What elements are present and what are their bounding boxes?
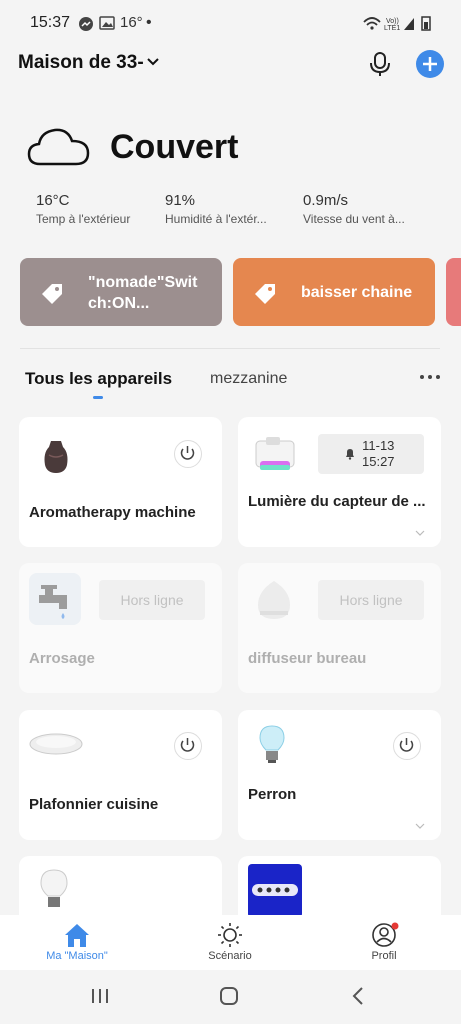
nav-scenario-label[interactable]: Scénario bbox=[180, 950, 280, 962]
power-icon bbox=[399, 738, 414, 752]
scene-label-line1: "nomade"Swit bbox=[88, 274, 198, 291]
status-dot: • bbox=[146, 14, 152, 31]
scene-baisser-chaine[interactable]: baisser chaine bbox=[233, 258, 435, 326]
svg-text:LTE1: LTE1 bbox=[384, 25, 400, 32]
outdoor-temp-value: 16°C bbox=[36, 192, 70, 209]
chevron-down-icon[interactable] bbox=[146, 55, 160, 69]
tab-all-devices[interactable]: Tous les appareils bbox=[25, 369, 172, 389]
messenger-icon bbox=[79, 17, 93, 31]
nav-home-label[interactable]: Ma "Maison" bbox=[27, 950, 127, 962]
scene-nomade-switch[interactable]: "nomade"Swit ch:ON... bbox=[20, 258, 222, 326]
status-time: 15:37 bbox=[30, 14, 71, 31]
chevron-down-icon[interactable] bbox=[415, 822, 425, 830]
home-icon[interactable] bbox=[63, 922, 91, 948]
power-button[interactable] bbox=[174, 440, 202, 468]
tab-mezzanine[interactable]: mezzanine bbox=[210, 370, 287, 388]
power-icon bbox=[180, 446, 195, 460]
wind-speed-label: Vitesse du vent à... bbox=[303, 212, 405, 226]
device-card-diffuseur-bureau[interactable]: Hors ligne diffuseur bureau bbox=[238, 563, 441, 693]
device-card-aromatherapy[interactable]: Aromatherapy machine bbox=[19, 417, 222, 547]
wind-speed-value: 0.9m/s bbox=[303, 192, 349, 209]
device-name: Arrosage bbox=[29, 650, 95, 667]
night-light-icon bbox=[255, 437, 295, 470]
microphone-icon[interactable] bbox=[366, 50, 394, 78]
home-selector[interactable]: Maison de 33- bbox=[18, 52, 144, 74]
device-card-plafonnier-cuisine[interactable]: Plafonnier cuisine bbox=[19, 710, 222, 840]
home-button-icon[interactable] bbox=[219, 986, 239, 1006]
recent-apps-icon[interactable] bbox=[90, 987, 110, 1005]
device-card-perron[interactable]: Perron bbox=[238, 710, 441, 840]
status-temperature: 16° bbox=[120, 14, 143, 31]
nav-profile-label[interactable]: Profil bbox=[334, 950, 434, 962]
schedule-chip[interactable]: 11-13 15:27 bbox=[318, 434, 424, 474]
diffuser-icon bbox=[44, 441, 68, 473]
outdoor-temp-label: Temp à l'extérieur bbox=[36, 212, 131, 226]
power-icon bbox=[180, 738, 195, 752]
offline-status: Hors ligne bbox=[318, 580, 424, 620]
device-name: Perron bbox=[248, 786, 297, 803]
plus-icon bbox=[423, 57, 437, 71]
offline-status: Hors ligne bbox=[99, 580, 205, 620]
gallery-icon bbox=[99, 16, 115, 30]
svg-text:Vo)): Vo)) bbox=[386, 18, 399, 25]
ceiling-light-icon bbox=[29, 733, 83, 755]
bulb-icon bbox=[40, 869, 68, 907]
humidity-label: Humidité à l'extér... bbox=[165, 212, 267, 226]
faucet-icon bbox=[39, 585, 67, 619]
power-button[interactable] bbox=[174, 732, 202, 760]
device-card-light-sensor[interactable]: 11-13 15:27 Lumière du capteur de ... bbox=[238, 417, 441, 547]
chevron-down-icon[interactable] bbox=[415, 529, 425, 537]
scene-label-line2: ch:ON... bbox=[88, 295, 150, 312]
power-button[interactable] bbox=[393, 732, 421, 760]
tag-icon bbox=[42, 284, 62, 304]
bell-icon bbox=[346, 449, 354, 460]
bulb-icon bbox=[259, 725, 285, 763]
device-name: Lumière du capteur de ... bbox=[248, 493, 426, 510]
power-strip-icon bbox=[252, 884, 298, 896]
schedule-time: 15:27 bbox=[362, 454, 395, 469]
more-icon[interactable] bbox=[418, 368, 442, 386]
signal-icons: Vo)) LTE1 bbox=[363, 16, 431, 32]
faucet-tile bbox=[29, 573, 81, 625]
add-button[interactable] bbox=[416, 50, 444, 78]
status-bar: 15:37 16° • Vo)) LTE1 bbox=[0, 0, 461, 44]
scenario-icon[interactable] bbox=[217, 922, 243, 948]
scene-partial[interactable] bbox=[446, 258, 461, 326]
device-name: diffuseur bureau bbox=[248, 650, 367, 667]
divider bbox=[20, 348, 440, 349]
device-name: Plafonnier cuisine bbox=[29, 796, 159, 813]
back-icon[interactable] bbox=[350, 986, 366, 1006]
tag-icon bbox=[255, 284, 275, 304]
scene-label: baisser chaine bbox=[301, 284, 413, 301]
tab-indicator bbox=[93, 396, 103, 399]
humidity-value: 91% bbox=[165, 192, 196, 209]
profile-icon[interactable] bbox=[371, 922, 399, 948]
device-card-arrosage[interactable]: Hors ligne Arrosage bbox=[19, 563, 222, 693]
cloud-icon bbox=[27, 128, 90, 166]
device-name: Aromatherapy machine bbox=[29, 504, 196, 521]
weather-condition: Couvert bbox=[110, 128, 239, 166]
schedule-date: 11-13 bbox=[362, 438, 395, 453]
power-strip-image bbox=[248, 864, 302, 918]
diffuser-icon bbox=[258, 581, 290, 619]
